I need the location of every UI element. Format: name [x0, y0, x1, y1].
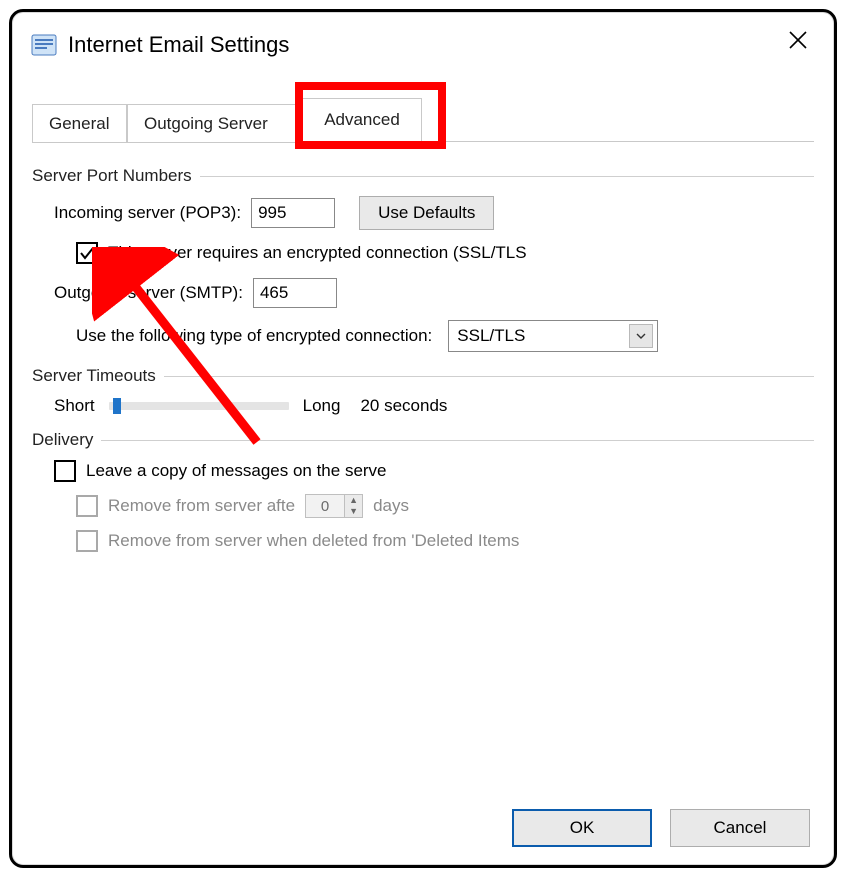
dialog-button-bar: OK Cancel: [512, 809, 810, 847]
group-server-timeouts: Server Timeouts Short Long 20 seconds: [32, 366, 814, 416]
spinner-down-icon: ▼: [345, 506, 362, 517]
timeout-slider[interactable]: [109, 402, 289, 410]
dialog-window: Internet Email Settings General Outgoing…: [9, 9, 837, 868]
leave-copy-checkbox[interactable]: [54, 460, 76, 482]
encryption-type-select[interactable]: SSL/TLS: [448, 320, 658, 352]
tab-outgoing[interactable]: Outgoing Server: [127, 104, 302, 143]
divider: [101, 440, 814, 441]
group-title-server-ports: Server Port Numbers: [32, 166, 192, 186]
window-title: Internet Email Settings: [68, 32, 289, 58]
tab-content-advanced: Server Port Numbers Incoming server (POP…: [12, 142, 834, 552]
timeout-long-label: Long: [303, 396, 341, 416]
group-delivery: Delivery Leave a copy of messages on the…: [32, 430, 814, 552]
remove-after-days-spinner: ▲ ▼: [305, 494, 363, 518]
remove-deleted-checkbox: [76, 530, 98, 552]
close-button[interactable]: [784, 26, 812, 54]
spinner-buttons: ▲ ▼: [345, 494, 363, 518]
encryption-type-label: Use the following type of encrypted conn…: [76, 326, 432, 346]
group-title-delivery: Delivery: [32, 430, 93, 450]
outgoing-server-label: Outgoing server (SMTP):: [54, 283, 243, 303]
encryption-type-value: SSL/TLS: [457, 326, 629, 346]
group-server-port-numbers: Server Port Numbers Incoming server (POP…: [32, 166, 814, 352]
remove-after-label: Remove from server afte: [108, 496, 295, 516]
spinner-up-icon: ▲: [345, 495, 362, 506]
outgoing-port-input[interactable]: [253, 278, 337, 308]
tab-general[interactable]: General: [32, 104, 127, 143]
ssl-checkbox[interactable]: [76, 242, 98, 264]
chevron-down-icon: [629, 324, 653, 348]
title-bar: Internet Email Settings: [12, 12, 834, 64]
use-defaults-button[interactable]: Use Defaults: [359, 196, 494, 230]
tab-strip: General Outgoing Server Advanced: [32, 98, 814, 142]
cancel-button[interactable]: Cancel: [670, 809, 810, 847]
tab-advanced[interactable]: Advanced: [302, 98, 422, 142]
remove-after-days-unit: days: [373, 496, 409, 516]
remove-deleted-label: Remove from server when deleted from 'De…: [108, 531, 519, 551]
timeout-short-label: Short: [54, 396, 95, 416]
incoming-server-label: Incoming server (POP3):: [54, 203, 241, 223]
ok-button[interactable]: OK: [512, 809, 652, 847]
ssl-checkbox-label: This server requires an encrypted connec…: [108, 243, 527, 263]
app-icon: [30, 31, 58, 59]
group-title-timeouts: Server Timeouts: [32, 366, 156, 386]
divider: [164, 376, 814, 377]
timeout-value: 20 seconds: [360, 396, 447, 416]
close-icon: [788, 30, 808, 50]
remove-after-days-input: [305, 494, 345, 518]
divider: [200, 176, 814, 177]
leave-copy-label: Leave a copy of messages on the serve: [86, 461, 387, 481]
remove-after-checkbox: [76, 495, 98, 517]
slider-thumb[interactable]: [113, 398, 121, 414]
incoming-port-input[interactable]: [251, 198, 335, 228]
